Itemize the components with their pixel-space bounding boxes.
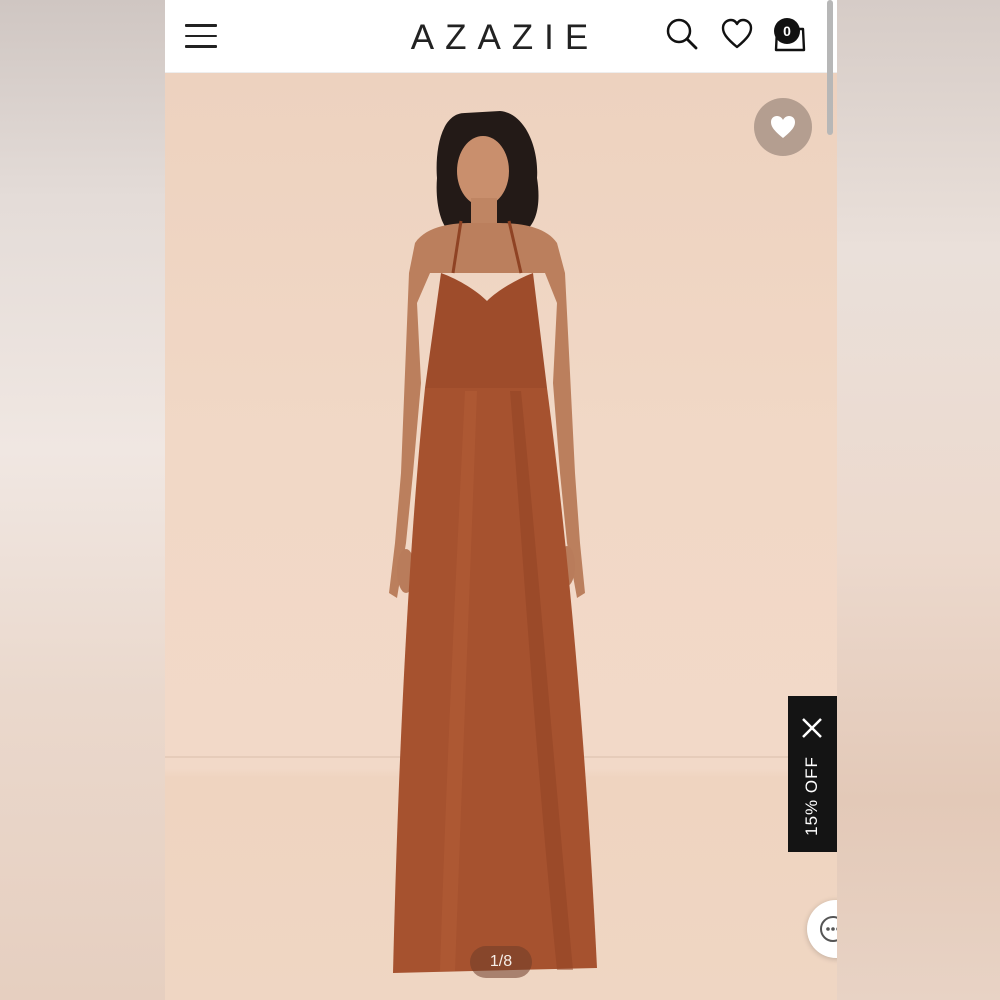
image-page-indicator: 1/8 bbox=[470, 946, 532, 978]
phone-screen: AZAZIE 0 1/8 15% OFF bbox=[165, 0, 837, 1000]
close-icon[interactable] bbox=[800, 716, 824, 740]
search-icon[interactable] bbox=[665, 16, 699, 52]
heart-icon bbox=[771, 116, 795, 138]
scrollbar[interactable] bbox=[827, 0, 833, 135]
cart-count-badge[interactable]: 0 bbox=[774, 18, 800, 44]
chat-icon bbox=[820, 916, 837, 942]
model-in-dress-photo bbox=[389, 111, 597, 973]
background-blur-right bbox=[837, 0, 1000, 1000]
product-image[interactable]: 1/8 bbox=[165, 73, 837, 1000]
heart-icon[interactable] bbox=[720, 16, 754, 52]
discount-promo-tab[interactable]: 15% OFF bbox=[788, 696, 837, 852]
wishlist-button[interactable] bbox=[754, 98, 812, 156]
background-blur-left bbox=[0, 0, 165, 1000]
top-navbar: AZAZIE 0 bbox=[165, 0, 837, 73]
promo-label: 15% OFF bbox=[802, 756, 821, 836]
